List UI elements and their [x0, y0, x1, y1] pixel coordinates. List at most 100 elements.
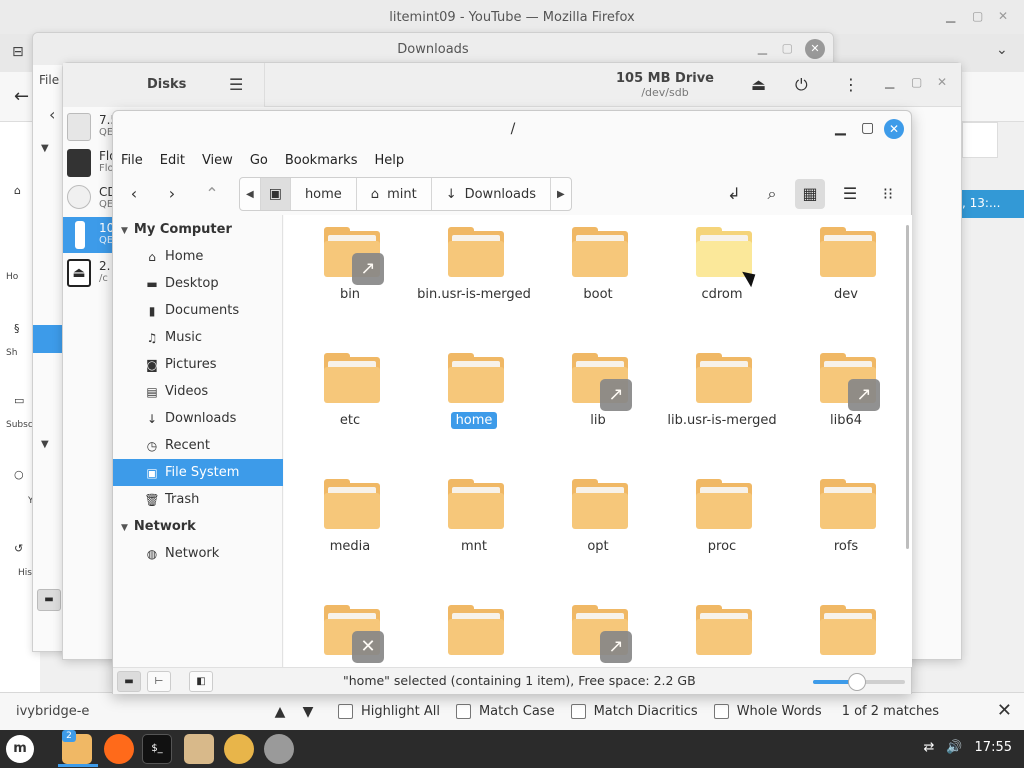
highlight-all-checkbox[interactable]: [338, 704, 353, 719]
clock[interactable]: 17:55: [975, 740, 1012, 755]
device-item[interactable]: 7.5 QE: [63, 109, 118, 145]
minimize-icon[interactable]: ▁: [758, 41, 767, 55]
compact-view-icon[interactable]: ⁝⁝: [873, 179, 903, 209]
breadcrumb-home[interactable]: home: [291, 178, 357, 210]
match-diacritics-option[interactable]: Match Diacritics: [570, 704, 698, 719]
history-nav-icon[interactable]: ↺: [14, 542, 23, 555]
folder-item[interactable]: mnt: [412, 467, 536, 593]
folder-icon[interactable]: ▬: [37, 589, 61, 611]
mint-menu-icon[interactable]: m: [6, 735, 34, 763]
folder-item[interactable]: [660, 593, 784, 667]
tab-list-icon[interactable]: ⊟: [12, 44, 24, 60]
breadcrumb-root[interactable]: ▣: [260, 178, 291, 210]
sidebar-label-home[interactable]: Ho: [6, 272, 18, 282]
chromium-app-icon[interactable]: [224, 734, 254, 764]
chevron-down-icon[interactable]: ⌄: [996, 42, 1008, 58]
power-icon[interactable]: ⏻: [795, 75, 808, 95]
folder-item[interactable]: [784, 593, 908, 667]
sidebar-item-desktop[interactable]: ▬ Desktop: [113, 270, 283, 297]
find-close-button[interactable]: ✕: [997, 700, 1012, 721]
menu-go[interactable]: Go: [250, 153, 268, 168]
shorts-nav-icon[interactable]: §: [14, 322, 20, 335]
terminal-app-icon[interactable]: $_: [142, 734, 172, 764]
device-item-selected[interactable]: 10 QE: [63, 217, 114, 253]
more-options-icon[interactable]: ⋮: [843, 75, 859, 94]
menu-file[interactable]: File: [121, 153, 143, 168]
sidebar-item-file-system[interactable]: ▣ File System: [113, 459, 283, 486]
sidebar-item-documents[interactable]: ▮ Documents: [113, 297, 283, 324]
menu-icon[interactable]: ☰: [229, 75, 243, 94]
highlight-all-option[interactable]: Highlight All: [338, 704, 440, 719]
folder-item[interactable]: bin.usr-is-merged: [412, 215, 536, 341]
icon-view-icon[interactable]: ▦: [795, 179, 825, 209]
folder-item[interactable]: rofs: [784, 467, 908, 593]
sidebar-item-pictures[interactable]: ◙ Pictures: [113, 351, 283, 378]
sidebar-item-downloads[interactable]: ↓ Downloads: [113, 405, 283, 432]
menu-edit[interactable]: Edit: [160, 153, 185, 168]
subscriptions-nav-icon[interactable]: ▭: [14, 394, 24, 407]
folder-item[interactable]: ↗ bin: [288, 215, 412, 341]
folder-item[interactable]: cdrom: [660, 215, 784, 341]
eject-icon[interactable]: ⏏: [751, 75, 766, 94]
match-case-checkbox[interactable]: [455, 704, 471, 719]
breadcrumb-right-arrow[interactable]: ▶: [551, 178, 571, 210]
match-diacritics-checkbox[interactable]: [570, 704, 586, 719]
close-icon[interactable]: ✕: [805, 39, 825, 59]
folder-item[interactable]: media: [288, 467, 412, 593]
sidebar-item-music[interactable]: ♫ Music: [113, 324, 283, 351]
network-icon[interactable]: ⇄: [923, 740, 934, 755]
device-item[interactable]: CD QE: [63, 181, 117, 217]
forward-icon[interactable]: ›: [157, 179, 187, 209]
tree-pane-button[interactable]: ⊢: [147, 671, 171, 692]
back-icon[interactable]: ←: [14, 86, 29, 107]
hide-sidebar-button[interactable]: ◧: [189, 671, 213, 692]
places-pane-button[interactable]: ▬: [117, 671, 141, 692]
back-icon[interactable]: ‹: [49, 105, 55, 124]
folder-item[interactable]: lib.usr-is-merged: [660, 341, 784, 467]
up-icon[interactable]: ⌃: [197, 179, 227, 209]
folder-item[interactable]: home: [412, 341, 536, 467]
maximize-icon[interactable]: ▢: [861, 120, 874, 136]
menu-view[interactable]: View: [202, 153, 233, 168]
highlighted-result[interactable]: , 13:...: [958, 190, 1024, 218]
expand-icon[interactable]: ▼: [41, 439, 49, 450]
list-view-icon[interactable]: ☰: [835, 179, 865, 209]
folder-item[interactable]: ↗ lib64: [784, 341, 908, 467]
back-icon[interactable]: ‹: [119, 179, 149, 209]
minimize-icon[interactable]: ▁: [835, 120, 846, 136]
folder-item[interactable]: proc: [660, 467, 784, 593]
breadcrumb-left-arrow[interactable]: ◀: [240, 178, 261, 210]
device-item[interactable]: ⏏ 2. /c: [63, 255, 113, 291]
network-header[interactable]: ▼ Network: [121, 519, 196, 534]
menu-bookmarks[interactable]: Bookmarks: [285, 153, 358, 168]
maximize-icon[interactable]: ▢: [972, 9, 983, 23]
expand-icon[interactable]: ▼: [41, 143, 49, 154]
folder-item[interactable]: opt: [536, 467, 660, 593]
sidebar-item-recent[interactable]: ◷ Recent: [113, 432, 283, 459]
search-icon[interactable]: ⌕: [757, 179, 787, 209]
disks-app-icon[interactable]: [264, 734, 294, 764]
sidebar-item-videos[interactable]: ▤ Videos: [113, 378, 283, 405]
firefox-app-icon[interactable]: [104, 734, 134, 764]
folder-item[interactable]: etc: [288, 341, 412, 467]
sidebar-label-subscriptions[interactable]: Subsc: [6, 420, 33, 430]
archive-app-icon[interactable]: [184, 734, 214, 764]
close-icon[interactable]: ✕: [998, 9, 1008, 23]
whole-words-checkbox[interactable]: [713, 704, 729, 719]
folder-item[interactable]: ✕: [288, 593, 412, 667]
menu-help[interactable]: Help: [374, 153, 404, 168]
find-next-button[interactable]: ▼: [294, 704, 322, 720]
folder-item[interactable]: [412, 593, 536, 667]
sidebar-label-shorts[interactable]: Sh: [6, 348, 17, 358]
maximize-icon[interactable]: ▢: [782, 41, 793, 55]
my-computer-header[interactable]: ▼ My Computer: [121, 222, 232, 237]
zoom-slider[interactable]: [813, 673, 905, 691]
open-terminal-icon[interactable]: ↲: [719, 179, 749, 209]
home-nav-icon[interactable]: ⌂: [14, 184, 21, 197]
folder-item[interactable]: boot: [536, 215, 660, 341]
sidebar-item-network[interactable]: ◍ Network: [113, 540, 283, 567]
you-nav-icon[interactable]: ○: [14, 468, 24, 481]
breadcrumb-downloads[interactable]: ↓ Downloads: [432, 178, 551, 210]
selected-row[interactable]: [33, 325, 63, 353]
match-case-option[interactable]: Match Case: [455, 704, 555, 719]
